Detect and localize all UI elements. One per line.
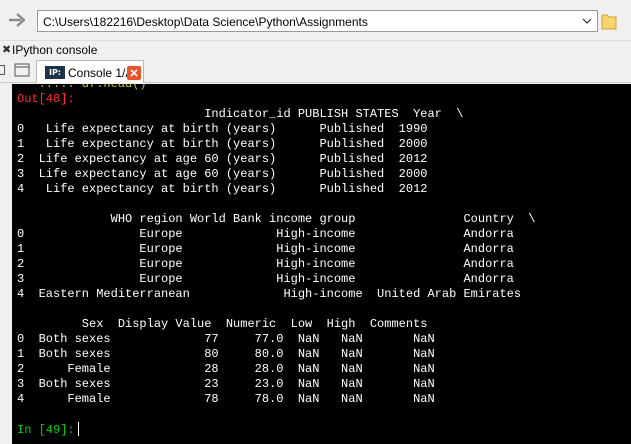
pane-header: ✖ IPython console [0, 40, 631, 57]
out-prompt: Out[48]: [17, 92, 75, 106]
working-directory-path: C:\Users\182216\Desktop\Data Science\Pyt… [43, 15, 368, 29]
console-output-line: 1 Life expectancy at birth (years) Publi… [17, 137, 428, 151]
console-output-line: Sex Display Value Numeric Low High Comme… [17, 317, 428, 331]
collapse-handle[interactable] [0, 65, 5, 75]
working-directory-input[interactable]: C:\Users\182216\Desktop\Data Science\Pyt… [37, 10, 598, 32]
console-output-line: 0 Both sexes 77 77.0 NaN NaN NaN [17, 332, 435, 346]
console-output-line: 1 Europe High-income Andorra [17, 242, 514, 256]
folder-icon[interactable] [601, 11, 617, 31]
right-arrow-icon[interactable] [6, 10, 28, 30]
in-prompt: In [49]: [17, 423, 75, 437]
console-previous-input: ....: df.head() [17, 84, 147, 91]
console-output-line: 0 Europe High-income Andorra [17, 227, 514, 241]
console-output-line: Indicator_id PUBLISH STATES Year \ [17, 107, 464, 121]
text-cursor [77, 422, 79, 436]
pane-close-icon[interactable]: ✖ [2, 43, 11, 56]
input-line[interactable]: In [49]: [17, 422, 79, 438]
tab-console-1a[interactable]: IP: Console 1/A [36, 60, 144, 83]
chevron-down-icon[interactable] [577, 11, 597, 31]
close-icon[interactable] [127, 66, 141, 80]
console-output-line: 0 Life expectancy at birth (years) Publi… [17, 122, 428, 136]
tab-label: Console 1/A [68, 66, 134, 80]
console-output-line: 4 Life expectancy at birth (years) Publi… [17, 182, 428, 196]
console-output-line: 3 Both sexes 23 23.0 NaN NaN NaN [17, 377, 435, 391]
console-output-line: 3 Life expectancy at age 60 (years) Publ… [17, 167, 428, 181]
console-output-line: 3 Europe High-income Andorra [17, 272, 514, 286]
console-output-line: 1 Both sexes 80 80.0 NaN NaN NaN [17, 347, 435, 361]
console-output-line: 2 Female 28 28.0 NaN NaN NaN [17, 362, 435, 376]
new-console-icon[interactable] [14, 63, 30, 77]
ipython-icon: IP: [45, 66, 65, 79]
console-output-line: 2 Europe High-income Andorra [17, 257, 514, 271]
path-toolbar: C:\Users\182216\Desktop\Data Science\Pyt… [0, 0, 631, 40]
ipython-console-output[interactable]: ....: df.head() Out[48]: In [49]: Indica… [12, 84, 631, 444]
console-output-line: 4 Female 78 78.0 NaN NaN NaN [17, 392, 435, 406]
console-output-line: WHO region World Bank income group Count… [17, 212, 536, 226]
pane-title: IPython console [12, 43, 98, 57]
console-left-gutter [0, 84, 12, 444]
console-output-line: 4 Eastern Mediterranean High-income Unit… [17, 287, 522, 301]
console-output-line: 2 Life expectancy at age 60 (years) Publ… [17, 152, 428, 166]
console-tab-bar: IP: Console 1/A [0, 57, 631, 83]
